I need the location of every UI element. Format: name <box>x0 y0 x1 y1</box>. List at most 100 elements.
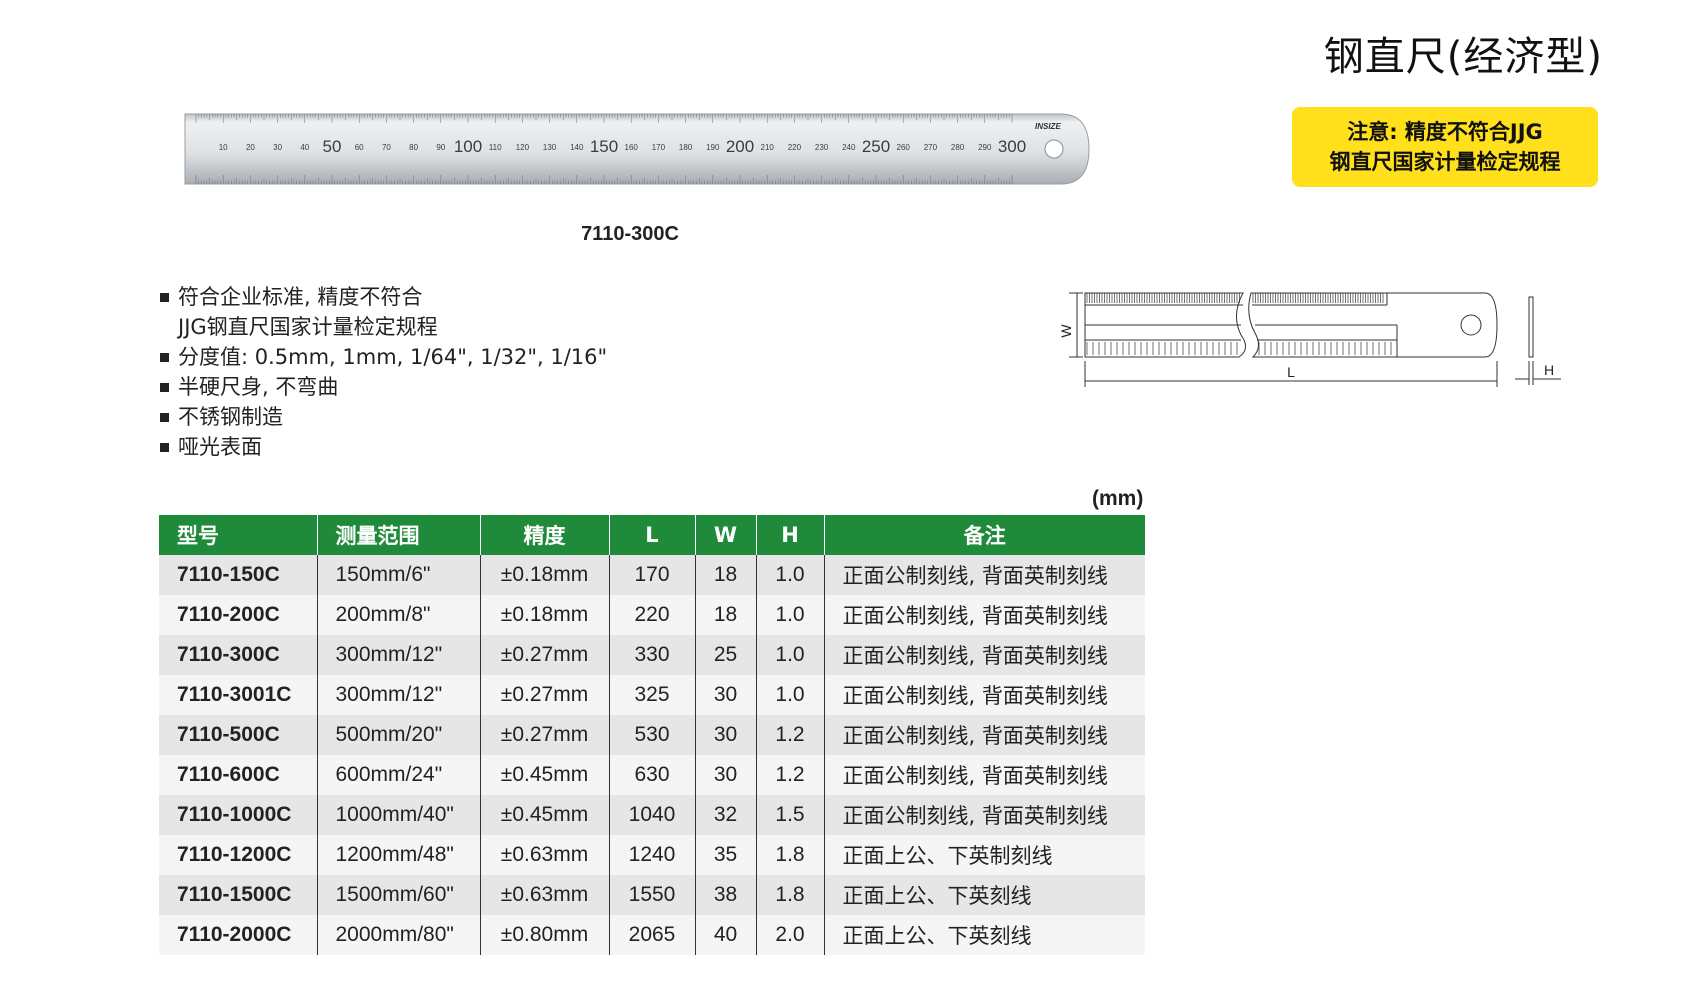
header-h: H <box>756 515 825 555</box>
cell-h: 1.5 <box>756 795 825 835</box>
cell-h: 1.0 <box>756 555 825 595</box>
ruler-scale-label: 170 <box>652 143 666 152</box>
cell-accuracy: ±0.63mm <box>480 835 610 875</box>
ruler-scale-label: 80 <box>409 143 418 152</box>
ruler-scale-label: 220 <box>788 143 802 152</box>
feature-item: 符合企业标准, 精度不符合 <box>158 282 607 312</box>
w-dimension-label: W <box>1058 324 1074 338</box>
ruler-scale-label: 30 <box>273 143 282 152</box>
ruler-scale-label: 300 <box>998 137 1026 156</box>
cell-w: 30 <box>695 715 757 755</box>
cell-h: 1.8 <box>756 835 825 875</box>
cell-h: 1.0 <box>756 595 825 635</box>
cell-accuracy: ±0.18mm <box>480 555 610 595</box>
ruler-scale-label: 250 <box>862 137 890 156</box>
cell-model: 7110-200C <box>159 595 318 635</box>
hang-hole <box>1044 139 1064 159</box>
cell-range: 1500mm/60" <box>317 875 481 915</box>
cell-l: 530 <box>609 715 696 755</box>
cell-h: 1.2 <box>756 715 825 755</box>
cell-model: 7110-1000C <box>159 795 318 835</box>
feature-item: 分度值: 0.5mm, 1mm, 1/64", 1/32", 1/16" <box>158 342 607 372</box>
cell-accuracy: ±0.63mm <box>480 875 610 915</box>
cell-h: 1.8 <box>756 875 825 915</box>
ruler-scale-label: 200 <box>726 137 754 156</box>
diagram-hang-hole <box>1460 314 1482 336</box>
feature-item-continuation: JJG钢直尺国家计量检定规程 <box>178 315 438 339</box>
ruler-scale-label: 70 <box>382 143 391 152</box>
ruler-scale-label: 120 <box>516 143 530 152</box>
cell-model: 7110-300C <box>159 635 318 675</box>
cell-w: 25 <box>695 635 757 675</box>
table-row: 7110-150C 150mm/6" ±0.18mm 170 18 1.0 正面… <box>159 555 1145 595</box>
cell-h: 1.0 <box>756 675 825 715</box>
cell-w: 40 <box>695 915 757 955</box>
cell-remarks: 正面公制刻线, 背面英制刻线 <box>824 555 1145 595</box>
cell-w: 30 <box>695 675 757 715</box>
cell-h: 1.0 <box>756 635 825 675</box>
table-row: 7110-1000C 1000mm/40" ±0.45mm 1040 32 1.… <box>159 795 1145 835</box>
brand-logo: INSIZE <box>1035 122 1061 131</box>
l-dimension-label: L <box>1287 364 1295 380</box>
cell-accuracy: ±0.27mm <box>480 635 610 675</box>
header-model: 型号 <box>159 515 318 555</box>
cell-w: 30 <box>695 755 757 795</box>
ruler-scale-label: 10 <box>219 143 228 152</box>
notice-line-2: 钢直尺国家计量检定规程 <box>1329 150 1561 174</box>
cell-remarks: 正面公制刻线, 背面英制刻线 <box>824 675 1145 715</box>
cell-l: 170 <box>609 555 696 595</box>
cell-w: 38 <box>695 875 757 915</box>
cell-l: 2065 <box>609 915 696 955</box>
ruler-scale-label: 130 <box>543 143 557 152</box>
feature-item: 哑光表面 <box>158 432 607 462</box>
ruler-scale-label: 150 <box>590 137 618 156</box>
table-header-row: 型号 测量范围 精度 L W H 备注 <box>159 515 1145 555</box>
cell-model: 7110-150C <box>159 555 318 595</box>
cell-l: 1040 <box>609 795 696 835</box>
ruler-scale-label: 180 <box>679 143 693 152</box>
ruler-scale-label: 50 <box>323 137 342 156</box>
cell-remarks: 正面公制刻线, 背面英制刻线 <box>824 715 1145 755</box>
dimension-diagram: W L H <box>1055 285 1615 395</box>
cell-model: 7110-500C <box>159 715 318 755</box>
ruler-scale-label: 60 <box>355 143 364 152</box>
dimension-drawing: W L H <box>1058 292 1561 387</box>
cell-h: 1.2 <box>756 755 825 795</box>
cell-range: 1200mm/48" <box>317 835 481 875</box>
header-remarks: 备注 <box>824 515 1145 555</box>
cell-l: 1240 <box>609 835 696 875</box>
table-row: 7110-600C 600mm/24" ±0.45mm 630 30 1.2 正… <box>159 755 1145 795</box>
table-row: 7110-200C 200mm/8" ±0.18mm 220 18 1.0 正面… <box>159 595 1145 635</box>
cell-model: 7110-1200C <box>159 835 318 875</box>
cell-accuracy: ±0.45mm <box>480 795 610 835</box>
cell-accuracy: ±0.27mm <box>480 715 610 755</box>
ruler-scale-label: 40 <box>300 143 309 152</box>
ruler-scale-label: 160 <box>625 143 639 152</box>
cell-accuracy: ±0.80mm <box>480 915 610 955</box>
cell-l: 325 <box>609 675 696 715</box>
cell-h: 2.0 <box>756 915 825 955</box>
ruler-product-image: 10 20 30 40 60 70 80 90 110 120 130 140 160 170 180 190… <box>183 110 1091 188</box>
notice-badge: 注意: 精度不符合JJG 钢直尺国家计量检定规程 <box>1292 107 1598 187</box>
ruler-scale-label: 100 <box>454 137 482 156</box>
cell-w: 35 <box>695 835 757 875</box>
table-row: 7110-3001C 300mm/12" ±0.27mm 325 30 1.0 … <box>159 675 1145 715</box>
ruler-scale-label: 240 <box>842 143 856 152</box>
cell-range: 300mm/12" <box>317 635 481 675</box>
cell-remarks: 正面公制刻线, 背面英制刻线 <box>824 755 1145 795</box>
cell-remarks: 正面上公、下英刻线 <box>824 875 1145 915</box>
cell-remarks: 正面上公、下英刻线 <box>824 915 1145 955</box>
cell-range: 300mm/12" <box>317 675 481 715</box>
notice-line-1: 注意: 精度不符合JJG <box>1347 120 1543 144</box>
header-l: L <box>609 515 696 555</box>
header-range: 测量范围 <box>317 515 481 555</box>
table-row: 7110-500C 500mm/20" ±0.27mm 530 30 1.2 正… <box>159 715 1145 755</box>
header-w: W <box>695 515 757 555</box>
cell-range: 200mm/8" <box>317 595 481 635</box>
cell-range: 1000mm/40" <box>317 795 481 835</box>
ruler-scale-label: 90 <box>436 143 445 152</box>
ruler-scale-label: 260 <box>897 143 911 152</box>
ruler-scale-label: 140 <box>570 143 584 152</box>
cell-model: 7110-3001C <box>159 675 318 715</box>
table-row: 7110-300C 300mm/12" ±0.27mm 330 25 1.0 正… <box>159 635 1145 675</box>
